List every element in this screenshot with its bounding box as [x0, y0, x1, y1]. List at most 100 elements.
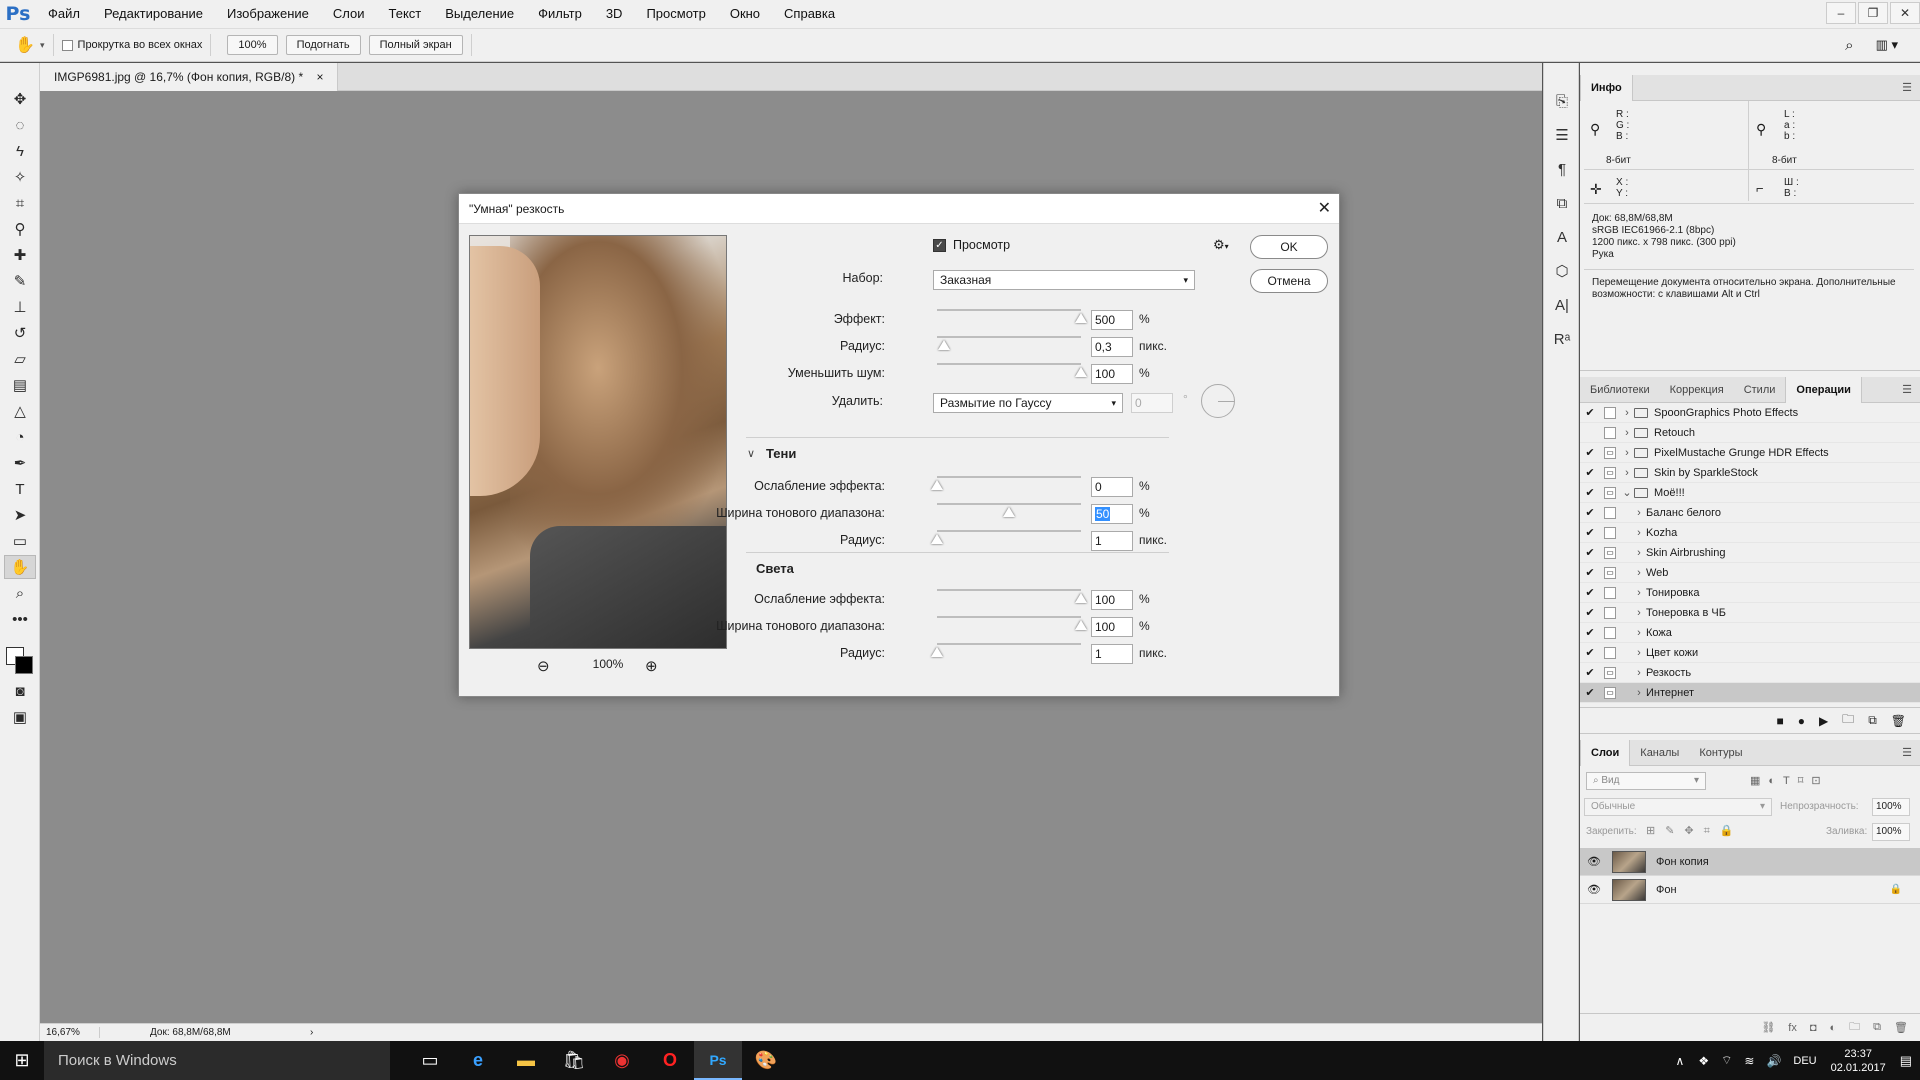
tab-layers[interactable]: Слои — [1580, 739, 1631, 766]
toggle-check-icon[interactable]: ✔ — [1580, 626, 1600, 639]
dialog-toggle-box[interactable]: ▭ — [1604, 546, 1616, 559]
lasso-tool-icon[interactable]: ϟ — [4, 139, 36, 163]
color-swatches[interactable] — [0, 633, 39, 677]
toggle-check-icon[interactable]: ✔ — [1580, 486, 1600, 499]
taskbar-search[interactable]: Поиск в Windows — [44, 1041, 390, 1080]
rectangle-tool-icon[interactable]: ▭ — [4, 529, 36, 553]
slider-handle[interactable] — [1075, 593, 1087, 603]
menu-item-6[interactable]: Фильтр — [526, 0, 594, 28]
move-tool-icon[interactable]: ✥ — [4, 87, 36, 111]
panel-menu-icon[interactable]: ☰ — [1902, 81, 1912, 94]
add-mask-icon[interactable]: ◘ — [1810, 1022, 1817, 1034]
stop-icon[interactable]: ■ — [1776, 714, 1783, 728]
toggle-check-icon[interactable]: ✔ — [1580, 586, 1600, 599]
chevron-right-icon[interactable]: › — [1620, 447, 1634, 459]
chevron-right-icon[interactable]: › — [1620, 407, 1634, 419]
value-input[interactable]: 500 — [1091, 310, 1133, 330]
angle-input[interactable]: 0 — [1131, 393, 1173, 413]
action-row[interactable]: ✔ › Тонировка — [1580, 583, 1920, 603]
action-row[interactable]: ✔ ▭ › Интернет — [1580, 683, 1920, 703]
zoom-level[interactable]: 16,67% — [40, 1027, 100, 1038]
action-row[interactable]: ✔ ▭ › Резкость — [1580, 663, 1920, 683]
workspace-icon[interactable]: ▥ ▾ — [1876, 37, 1898, 53]
menu-item-9[interactable]: Окно — [718, 0, 772, 28]
remove-select[interactable]: Размытие по Гауссу ▾ — [933, 393, 1123, 413]
dialog-toggle-box[interactable] — [1604, 506, 1616, 519]
menu-item-5[interactable]: Выделение — [433, 0, 526, 28]
gradient-tool-icon[interactable]: ▤ — [4, 373, 36, 397]
magic-wand-tool-icon[interactable]: ✧ — [4, 165, 36, 189]
zoom-100-button[interactable]: 100% — [227, 35, 278, 55]
toggle-check-icon[interactable]: ✔ — [1580, 526, 1600, 539]
ok-button[interactable]: OK — [1250, 235, 1328, 259]
dialog-toggle-box[interactable] — [1604, 586, 1616, 599]
panel-menu-icon[interactable]: ☰ — [1902, 383, 1912, 396]
3d-icon[interactable]: ⬡ — [1548, 257, 1576, 285]
chevron-right-icon[interactable]: › — [1632, 647, 1646, 659]
slider-handle[interactable] — [1003, 507, 1015, 517]
chevron-down-icon[interactable]: ⌄ — [1620, 486, 1634, 499]
new-group-icon[interactable]: 🗀 — [1849, 1018, 1860, 1037]
close-tab-icon[interactable]: × — [316, 70, 323, 84]
new-action-icon[interactable]: ⧉ — [1868, 713, 1877, 728]
history-panel-icon[interactable]: ⎘ — [1548, 87, 1576, 115]
character-icon[interactable]: A| — [1548, 291, 1576, 319]
crop-tool-icon[interactable]: ⌗ — [4, 191, 36, 215]
close-button[interactable]: ✕ — [1890, 2, 1920, 24]
layer-thumbnail[interactable] — [1612, 850, 1646, 873]
action-row[interactable]: ✔ › Kozha — [1580, 523, 1920, 543]
menu-item-10[interactable]: Справка — [772, 0, 847, 28]
dialog-toggle-box[interactable] — [1604, 426, 1616, 439]
slider[interactable] — [937, 612, 1087, 630]
delete-icon[interactable]: 🗑 — [1891, 714, 1906, 728]
action-row[interactable]: ✔ › Кожа — [1580, 623, 1920, 643]
opacity-input[interactable]: 100% — [1872, 798, 1910, 816]
path-selection-tool-icon[interactable]: ➤ — [4, 503, 36, 527]
dialog-toggle-box[interactable] — [1604, 646, 1616, 659]
chevron-right-icon[interactable]: › — [1632, 547, 1646, 559]
preset-select[interactable]: Заказная ▾ — [933, 270, 1195, 290]
chevron-right-icon[interactable]: › — [1632, 527, 1646, 539]
lock-icons[interactable]: ⊞✎✥⌗🔒 — [1646, 824, 1744, 838]
edge-icon[interactable]: e — [454, 1041, 502, 1080]
fit-screen-button[interactable]: Подогнать — [285, 35, 361, 55]
slider[interactable] — [937, 585, 1087, 603]
dialog-toggle-box[interactable]: ▭ — [1604, 566, 1616, 579]
character-styles-icon[interactable]: A — [1548, 223, 1576, 251]
chevron-right-icon[interactable]: › — [1632, 507, 1646, 519]
toggle-check-icon[interactable]: ✔ — [1580, 446, 1600, 459]
brush-tool-icon[interactable]: ✎ — [4, 269, 36, 293]
zoom-in-icon[interactable]: ⊕ — [645, 657, 658, 675]
tab-paths[interactable]: Контуры — [1689, 740, 1752, 766]
value-input[interactable]: 0 — [1091, 477, 1133, 497]
dialog-toggle-box[interactable] — [1604, 406, 1616, 419]
visibility-eye-icon[interactable]: 👁 — [1580, 883, 1608, 896]
zoom-out-icon[interactable]: ⊖ — [537, 657, 550, 675]
history-brush-tool-icon[interactable]: ↺ — [4, 321, 36, 345]
slider-handle[interactable] — [1075, 367, 1087, 377]
dialog-toggle-box[interactable]: ▭ — [1604, 666, 1616, 679]
dialog-toggle-box[interactable]: ▭ — [1604, 446, 1616, 459]
chevron-right-icon[interactable]: › — [1632, 627, 1646, 639]
menu-item-0[interactable]: Файл — [36, 0, 92, 28]
acrobat-icon[interactable]: ◉ — [598, 1041, 646, 1080]
slider-handle[interactable] — [938, 340, 951, 350]
action-row[interactable]: ✔ › Цвет кожи — [1580, 643, 1920, 663]
tab-libraries[interactable]: Библиотеки — [1580, 377, 1660, 403]
slider-handle[interactable] — [931, 534, 943, 544]
tool-preset-chevron-icon[interactable]: ▾ — [40, 40, 45, 51]
tray-app-icon[interactable]: ❖ — [1698, 1054, 1709, 1068]
tab-channels[interactable]: Каналы — [1630, 740, 1689, 766]
lock-icon[interactable]: 🔒 — [1890, 884, 1902, 895]
chevron-right-icon[interactable]: › — [1632, 607, 1646, 619]
action-row[interactable]: ✔ › Тонеровка в ЧБ — [1580, 603, 1920, 623]
tab-actions[interactable]: Операции — [1785, 376, 1862, 403]
value-input[interactable]: 0,3 — [1091, 337, 1133, 357]
menu-item-1[interactable]: Редактирование — [92, 0, 215, 28]
new-layer-icon[interactable]: ⧉ — [1873, 1021, 1881, 1034]
zoom-tool-icon[interactable]: ⌕ — [4, 581, 36, 605]
task-view-icon[interactable]: ▭ — [406, 1041, 454, 1080]
shadows-collapse-icon[interactable]: ∨ — [747, 447, 755, 460]
value-input[interactable]: 1 — [1091, 531, 1133, 551]
actions-panel-icon[interactable]: ☰ — [1548, 121, 1576, 149]
